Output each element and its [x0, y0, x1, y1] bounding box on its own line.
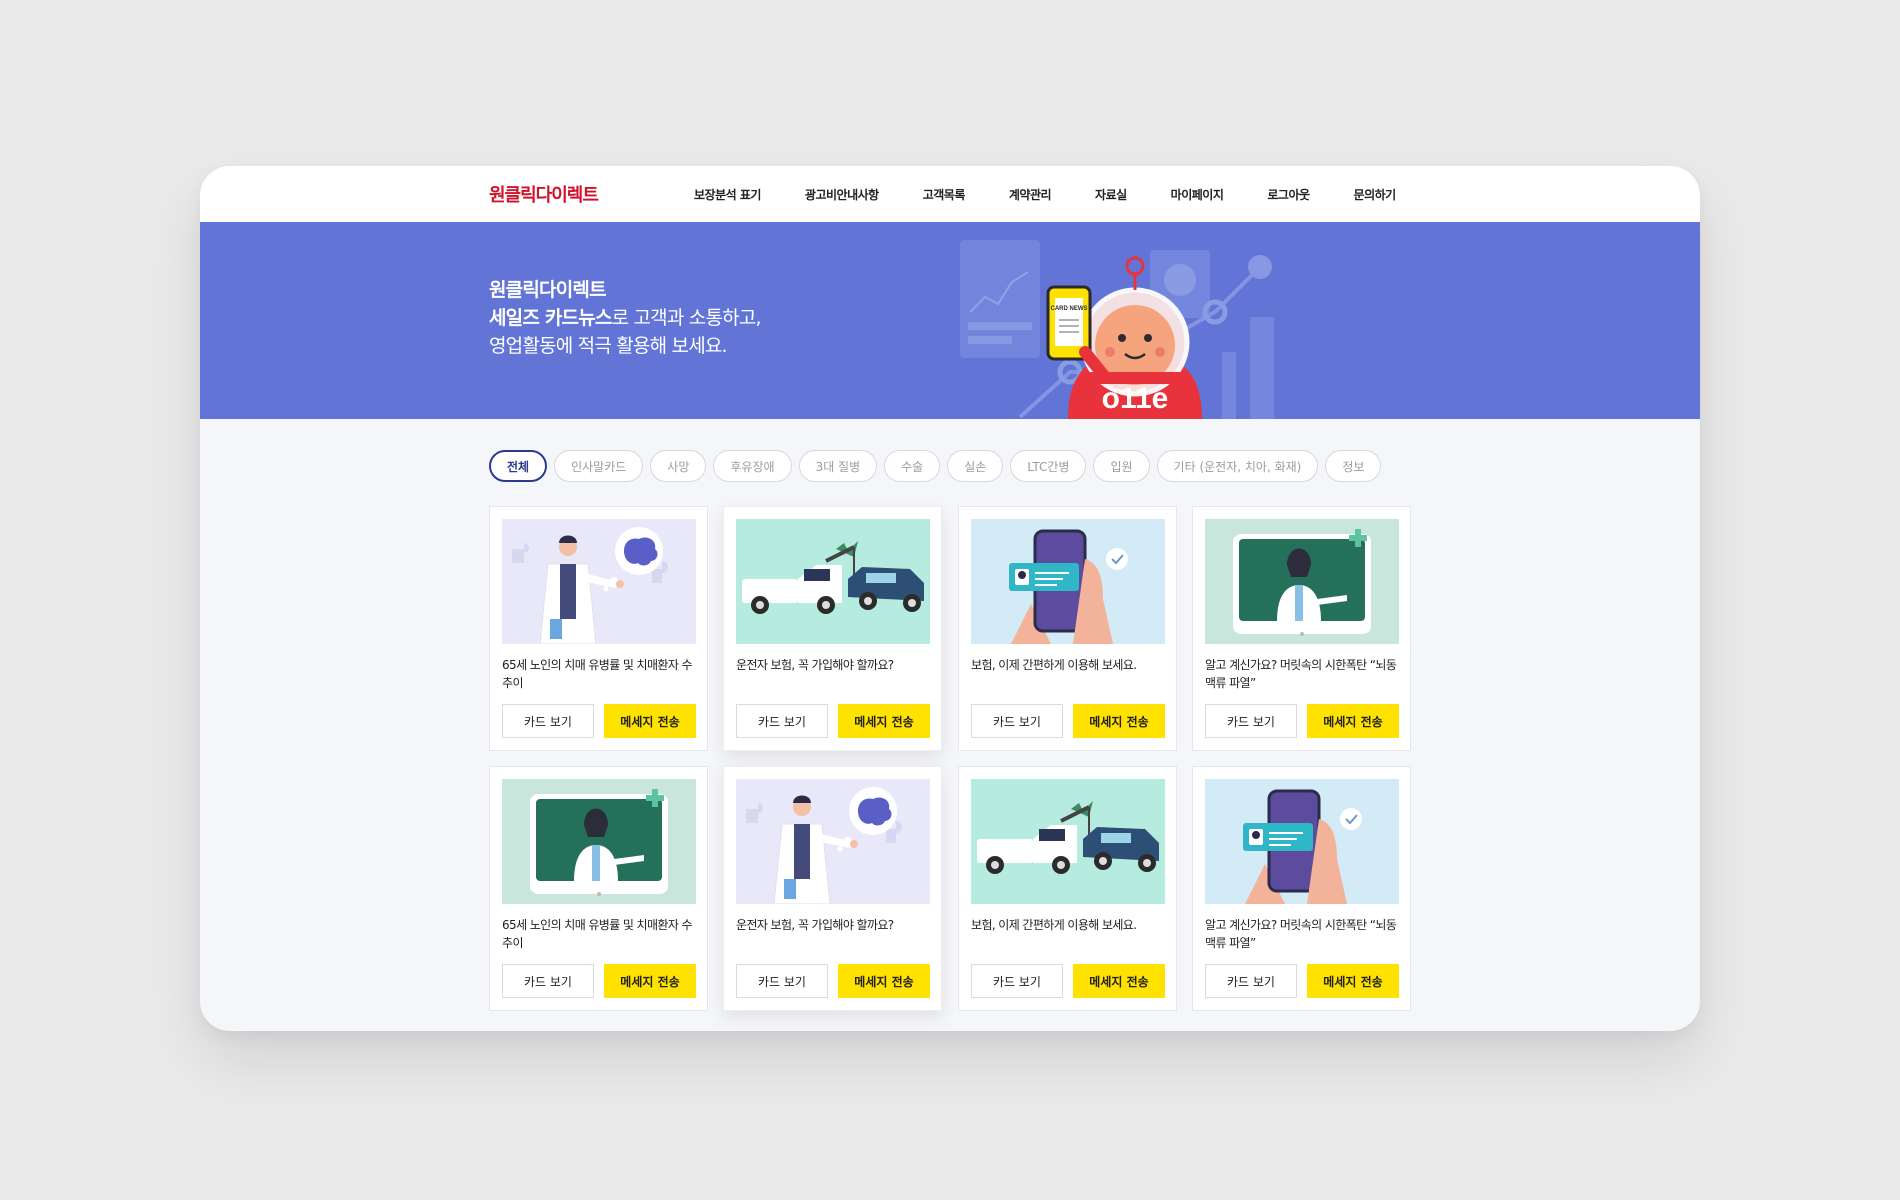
send-message-button[interactable]: 메세지 전송 [604, 964, 696, 998]
card-news-grid: 65세 노인의 치매 유병률 및 치매환자 수 추이 카드 보기 메세지 전송 [489, 506, 1411, 1011]
filter-chip-medical[interactable]: 실손 [947, 450, 1004, 482]
card-title: 운전자 보험, 꼭 가입해야 할까요? [736, 918, 894, 932]
doctor-screen-illustration [502, 779, 696, 904]
nav-item-contact[interactable]: 문의하기 [1354, 186, 1397, 203]
card-item[interactable]: 운전자 보험, 꼭 가입해야 할까요? 카드 보기 메세지 전송 [723, 506, 942, 751]
filter-chip-info[interactable]: 정보 [1325, 450, 1382, 482]
banner-text: 원클릭다이렉트 세일즈 카드뉴스로 고객과 소통하고, 영업활동에 적극 활용해… [489, 276, 762, 360]
logo[interactable]: 원클릭다이렉트 [489, 181, 599, 207]
view-card-button[interactable]: 카드 보기 [502, 964, 594, 998]
doctor-screen-illustration [1205, 519, 1399, 644]
banner-line-2: 세일즈 카드뉴스로 고객과 소통하고, [489, 304, 762, 332]
banner-line-2-rest: 로 고객과 소통하고, [611, 307, 762, 329]
card-title: 알고 계신가요? 머릿속의 시한폭탄 “뇌동맥류 파열” [1205, 658, 1397, 690]
send-message-button[interactable]: 메세지 전송 [1073, 964, 1165, 998]
card-title: 보험, 이제 간편하게 이용해 보세요. [971, 918, 1137, 932]
category-filter: 전체 인사말카드 사망 후유장애 3대 질병 수술 실손 LTC간병 입원 기타… [489, 450, 1388, 482]
hero-banner: 원클릭다이렉트 세일즈 카드뉴스로 고객과 소통하고, 영업활동에 적극 활용해… [200, 222, 1700, 419]
app-window: 원클릭다이렉트 보장분석 표기 광고비안내사항 고객목록 계약관리 자료실 마이… [200, 166, 1700, 1031]
send-message-button[interactable]: 메세지 전송 [838, 704, 930, 738]
phone-id-card-illustration [1205, 779, 1399, 904]
nav-item-logout[interactable]: 로그아웃 [1267, 186, 1310, 203]
card-title: 65세 노인의 치매 유병률 및 치매환자 수 추이 [502, 918, 693, 950]
nav-item-mypage[interactable]: 마이페이지 [1171, 186, 1224, 203]
filter-chip-death[interactable]: 사망 [650, 450, 707, 482]
send-message-button[interactable]: 메세지 전송 [1073, 704, 1165, 738]
card-item[interactable]: 운전자 보험, 꼭 가입해야 할까요? 카드 보기 메세지 전송 [723, 766, 942, 1011]
tow-truck-illustration [736, 519, 930, 644]
filter-chip-all[interactable]: 전체 [489, 450, 548, 482]
doctor-brain-illustration [736, 779, 930, 904]
top-header: 원클릭다이렉트 보장분석 표기 광고비안내사항 고객목록 계약관리 자료실 마이… [200, 166, 1700, 222]
card-item[interactable]: 65세 노인의 치매 유병률 및 치매환자 수 추이 카드 보기 메세지 전송 [489, 506, 708, 751]
filter-chip-surgery[interactable]: 수술 [884, 450, 941, 482]
filter-chip-hospital[interactable]: 입원 [1093, 450, 1150, 482]
nav-item-contracts[interactable]: 계약관리 [1009, 186, 1052, 203]
banner-line-3: 영업활동에 적극 활용해 보세요. [489, 335, 728, 357]
banner-highlight: 세일즈 카드뉴스 [489, 307, 612, 329]
card-item[interactable]: 보험, 이제 간편하게 이용해 보세요. 카드 보기 메세지 전송 [958, 506, 1177, 751]
doctor-brain-illustration [502, 519, 696, 644]
nav-item-library[interactable]: 자료실 [1095, 186, 1127, 203]
card-item[interactable]: 보험, 이제 간편하게 이용해 보세요. 카드 보기 메세지 전송 [958, 766, 1177, 1011]
nav-item-customers[interactable]: 고객목록 [923, 186, 966, 203]
view-card-button[interactable]: 카드 보기 [502, 704, 594, 738]
card-item[interactable]: 알고 계신가요? 머릿속의 시한폭탄 “뇌동맥류 파열” 카드 보기 메세지 전… [1192, 766, 1411, 1011]
phone-label: CARD NEWS [1051, 306, 1088, 312]
send-message-button[interactable]: 메세지 전송 [1307, 964, 1399, 998]
view-card-button[interactable]: 카드 보기 [1205, 964, 1297, 998]
card-item[interactable]: 65세 노인의 치매 유병률 및 치매환자 수 추이 카드 보기 메세지 전송 [489, 766, 708, 1011]
filter-chip-ltc[interactable]: LTC간병 [1010, 450, 1087, 482]
banner-line-1: 원클릭다이렉트 [489, 279, 607, 301]
filter-chip-etc[interactable]: 기타 (운전자, 치아, 화재) [1156, 450, 1319, 482]
card-title: 알고 계신가요? 머릿속의 시한폭탄 “뇌동맥류 파열” [1205, 918, 1397, 950]
view-card-button[interactable]: 카드 보기 [971, 964, 1063, 998]
mascot-illustration: o11e CARD NEWS [960, 240, 1274, 419]
send-message-button[interactable]: 메세지 전송 [1307, 704, 1399, 738]
filter-chip-3-diseases[interactable]: 3대 질병 [798, 450, 878, 482]
phone-id-card-illustration [971, 519, 1165, 644]
nav-item-ad-cost[interactable]: 광고비안내사항 [805, 186, 879, 203]
view-card-button[interactable]: 카드 보기 [736, 964, 828, 998]
view-card-button[interactable]: 카드 보기 [971, 704, 1063, 738]
tow-truck-illustration [971, 779, 1165, 904]
view-card-button[interactable]: 카드 보기 [736, 704, 828, 738]
send-message-button[interactable]: 메세지 전송 [838, 964, 930, 998]
nav-item-coverage[interactable]: 보장분석 표기 [694, 186, 761, 203]
card-title: 보험, 이제 간편하게 이용해 보세요. [971, 658, 1137, 672]
card-title: 운전자 보험, 꼭 가입해야 할까요? [736, 658, 894, 672]
mascot-logo-text: o11e [1102, 382, 1169, 415]
card-title: 65세 노인의 치매 유병률 및 치매환자 수 추이 [502, 658, 693, 690]
filter-chip-disability[interactable]: 후유장애 [713, 450, 792, 482]
send-message-button[interactable]: 메세지 전송 [604, 704, 696, 738]
view-card-button[interactable]: 카드 보기 [1205, 704, 1297, 738]
card-item[interactable]: 알고 계신가요? 머릿속의 시한폭탄 “뇌동맥류 파열” 카드 보기 메세지 전… [1192, 506, 1411, 751]
filter-chip-greeting[interactable]: 인사말카드 [554, 450, 644, 482]
main-nav: 보장분석 표기 광고비안내사항 고객목록 계약관리 자료실 마이페이지 로그아웃… [694, 166, 1440, 222]
